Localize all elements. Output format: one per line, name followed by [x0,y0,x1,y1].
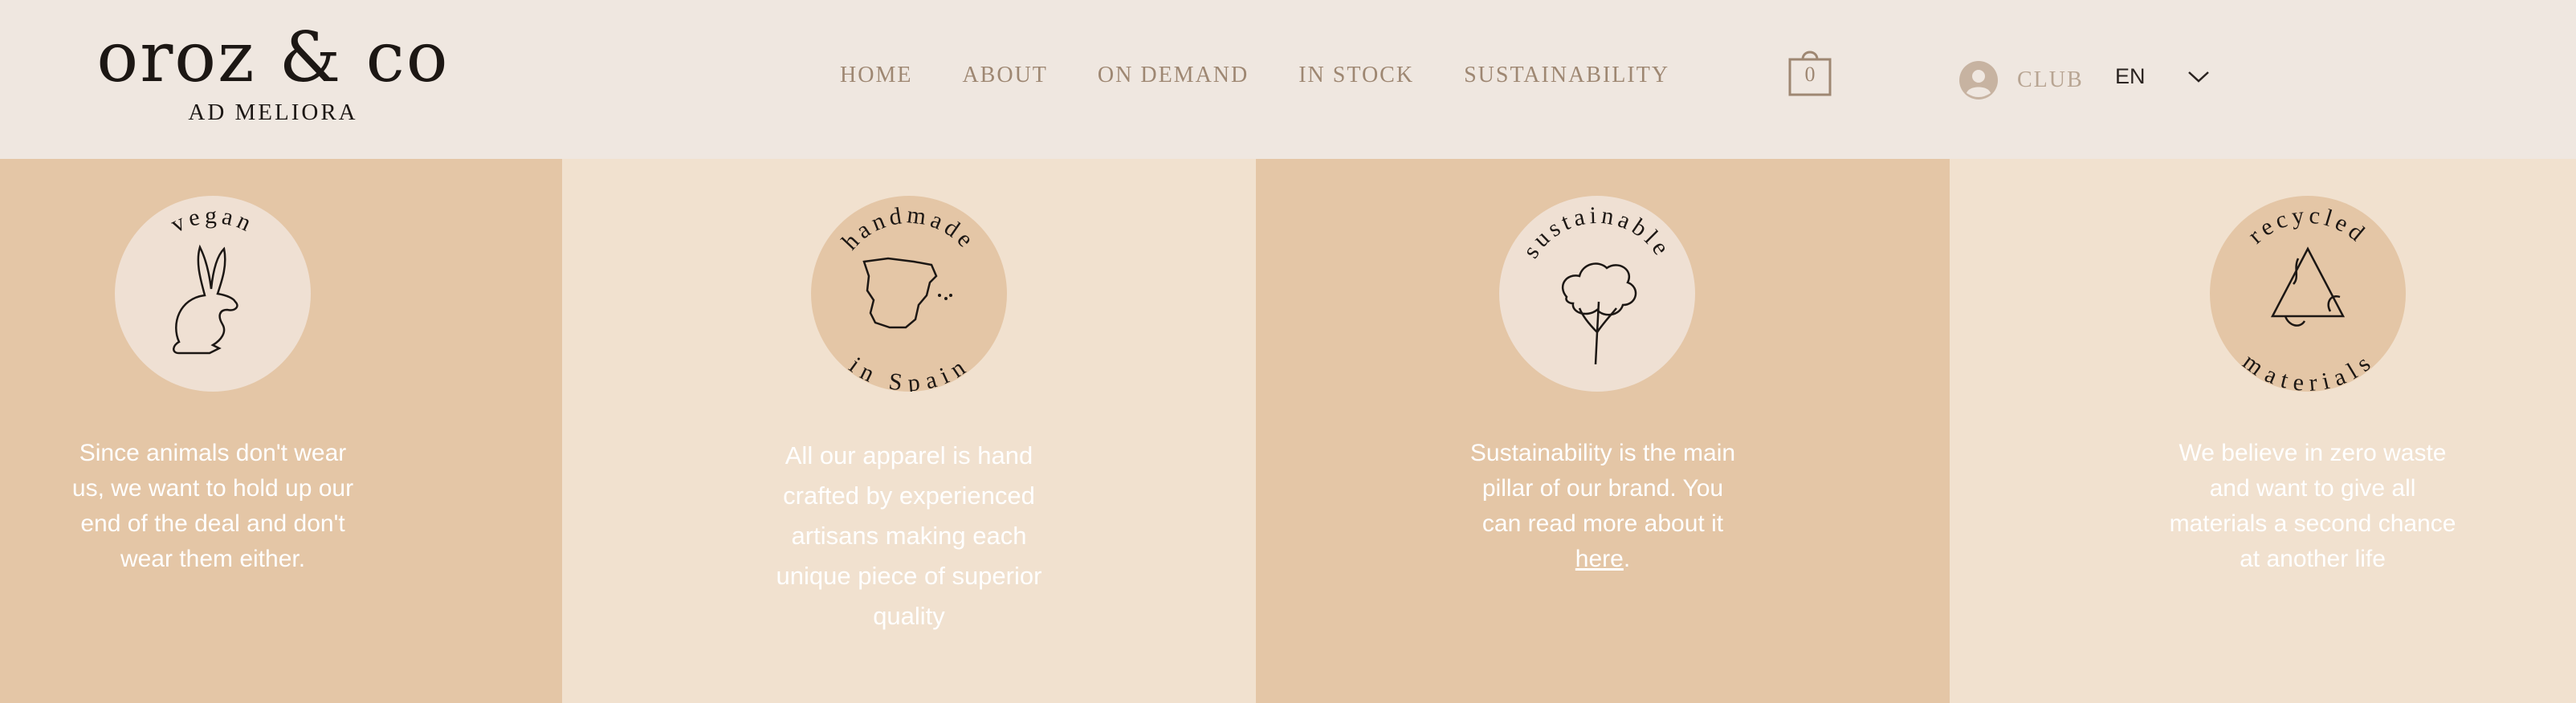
rabbit-icon [173,244,238,355]
text-line: Since animals don't wear [79,440,347,466]
sustainable-badge: sustainable [1499,196,1695,392]
avatar-icon [1959,61,1998,100]
brand-tagline: AD MELIORA [188,100,358,125]
feature-panel-recycled: recycled materials We believe in zero wa… [1950,159,2576,703]
recycled-badge: recycled materials [2210,196,2406,392]
link-suffix: . [1623,546,1631,572]
recycle-icon [2270,246,2346,327]
brand-name: oroz & co [96,18,450,98]
spain-map-icon [862,257,952,329]
feature-panel-handmade: handmade in Spain All our apparel is han… [562,159,1256,703]
nav-item-sustainability[interactable]: SUSTAINABILITY [1464,63,1669,88]
chevron-down-icon [2187,71,2209,83]
text-line: wear them either. [120,546,306,572]
tree-icon [1561,262,1637,365]
sustainability-link[interactable]: here [1575,546,1624,572]
text-line: us, we want to hold up our [71,475,354,502]
feature-description: Since animals don't wear us, we want to … [48,436,377,577]
language-selector[interactable]: EN [2115,64,2210,89]
language-label: EN [2115,64,2146,88]
nav-item-about[interactable]: ABOUT [962,63,1047,88]
feature-panel-sustainable: sustainable Sustainability is the main p… [1256,159,1950,703]
text-line: crafted by experienced [783,482,1035,510]
feature-description: All our apparel is hand crafted by exper… [740,436,1078,636]
club-login[interactable]: CLUB [1959,61,2084,100]
club-label: CLUB [2017,67,2084,92]
text-line: artisans making each [791,522,1027,550]
feature-description: We believe in zero waste and want to giv… [2150,436,2475,577]
text-line: Sustainability is the main [1469,440,1736,466]
text-line: unique piece of superior [776,562,1042,590]
text-line: quality [873,602,945,630]
vegan-badge: vegan [115,196,311,392]
brand-logo[interactable]: oroz & co AD MELIORA [96,22,450,126]
main-nav: HOME ABOUT ON DEMAND IN STOCK SUSTAINABI… [840,63,1669,88]
handmade-badge: handmade in Spain [811,196,1007,392]
text-line: We believe in zero waste [2179,440,2447,466]
site-header: oroz & co AD MELIORA HOME ABOUT ON DEMAN… [0,0,2576,159]
cart-button[interactable]: 0 [1787,47,1832,98]
feature-panel-vegan: vegan Since animals don't wear us, we wa… [0,159,562,703]
link-line: here. [1433,542,1773,577]
nav-item-home[interactable]: HOME [840,63,912,88]
text-line: and want to give all [2209,475,2416,502]
text-line: pillar of our brand. You [1482,475,1724,502]
text-line: All our apparel is hand [785,441,1033,469]
nav-item-in-stock[interactable]: IN STOCK [1298,63,1414,88]
text-line: end of the deal and don't [80,510,345,537]
feature-description: Sustainability is the main pillar of our… [1433,436,1773,577]
text-line: at another life [2240,546,2386,572]
text-line: materials a second chance [2169,510,2456,537]
nav-item-on-demand[interactable]: ON DEMAND [1098,63,1249,88]
cart-count: 0 [1804,63,1816,86]
text-line: can read more about it [1482,510,1724,537]
